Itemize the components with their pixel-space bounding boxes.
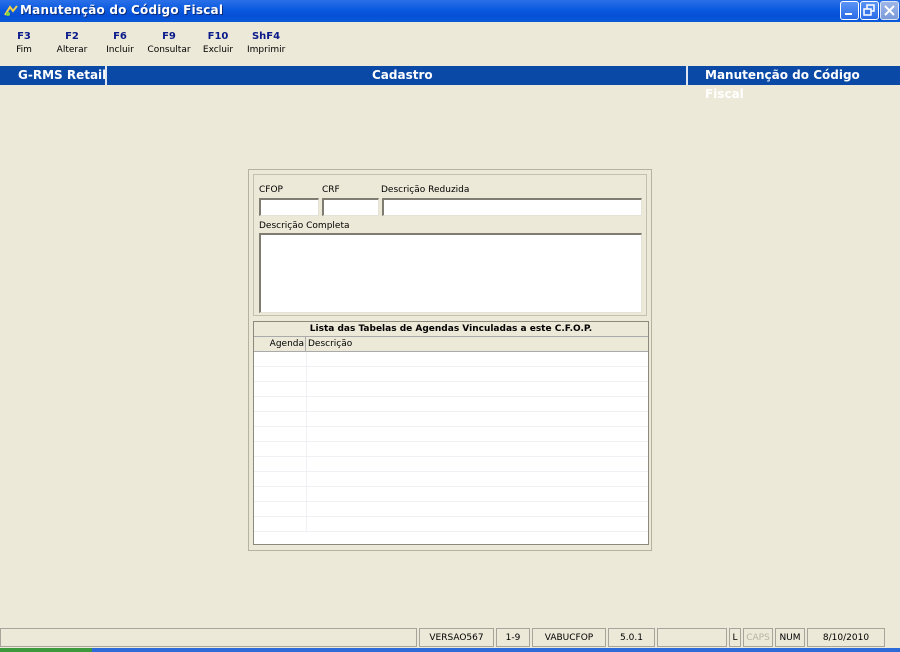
table-row[interactable] [254, 487, 648, 502]
restore-icon [863, 4, 875, 16]
fkey-code: ShF4 [251, 31, 281, 42]
status-panel-version: VERSAO567 [419, 628, 494, 647]
table-row[interactable] [254, 472, 648, 487]
status-panel-caps: CAPS [743, 628, 773, 647]
cfop-input[interactable] [259, 198, 319, 216]
fkey-code: F10 [207, 31, 229, 42]
status-panel-program: VABUCFOP [532, 628, 606, 647]
row-divider [306, 427, 307, 442]
table-row[interactable] [254, 397, 648, 412]
f10-excluir-button[interactable]: F10 Excluir [202, 31, 234, 55]
row-divider [306, 457, 307, 472]
minimize-button[interactable] [840, 1, 859, 20]
status-panel-release: 5.0.1 [608, 628, 655, 647]
app-icon [4, 4, 18, 18]
fkey-code: F6 [113, 31, 127, 42]
fkey-label: Consultar [147, 45, 191, 55]
f3-fim-button[interactable]: F3 Fim [12, 31, 36, 55]
header-band: G-RMS Retail Cadastro Manutenção do Códi… [0, 66, 900, 101]
band-separator [105, 66, 107, 85]
table-row[interactable] [254, 412, 648, 427]
desc-completa-textarea[interactable] [259, 233, 642, 313]
row-divider [306, 382, 307, 397]
table-row[interactable] [254, 382, 648, 397]
row-divider [306, 487, 307, 502]
cfop-fields-group: CFOP CRF Descrição Reduzida Descrição Co… [253, 174, 647, 316]
status-panel-empty [657, 628, 727, 647]
f6-incluir-button[interactable]: F6 Incluir [106, 31, 134, 55]
row-divider [306, 412, 307, 427]
table-row[interactable] [254, 457, 648, 472]
cfop-label: CFOP [259, 185, 283, 195]
fkey-label: Fim [16, 45, 32, 55]
shf4-imprimir-button[interactable]: ShF4 Imprimir [247, 31, 285, 55]
status-panel-message [0, 628, 417, 647]
taskbar-edge [0, 648, 900, 652]
row-divider [306, 442, 307, 457]
f9-consultar-button[interactable]: F9 Consultar [146, 31, 192, 55]
restore-button[interactable] [860, 1, 879, 20]
row-divider [306, 352, 307, 367]
crf-input[interactable] [322, 198, 379, 216]
table-row[interactable] [254, 427, 648, 442]
status-panel-num: NUM [775, 628, 805, 647]
row-divider [306, 397, 307, 412]
fkey-code: F2 [65, 31, 79, 42]
function-key-toolbar: F3 Fim F2 Alterar F6 Incluir F9 Consulta… [0, 22, 900, 66]
minimize-icon [845, 13, 852, 15]
status-panel-l: L [729, 628, 741, 647]
crf-label: CRF [322, 185, 340, 195]
desc-completa-label: Descrição Completa [259, 221, 350, 231]
fkey-label: Incluir [106, 45, 134, 55]
table-row[interactable] [254, 502, 648, 517]
fkey-label: Imprimir [247, 45, 286, 55]
table-row[interactable] [254, 367, 648, 382]
status-panel-date: 8/10/2010 [807, 628, 885, 647]
window-title: Manutenção do Código Fiscal [20, 3, 224, 17]
band-separator [686, 66, 688, 85]
status-bar: VERSAO567 1-9 VABUCFOP 5.0.1 L CAPS NUM … [0, 628, 900, 648]
fkey-label: Excluir [202, 45, 234, 55]
f2-alterar-button[interactable]: F2 Alterar [56, 31, 88, 55]
start-button-edge[interactable] [0, 648, 92, 652]
desc-reduzida-input[interactable] [382, 198, 642, 216]
column-header-descricao[interactable]: Descrição [308, 337, 352, 351]
status-panel-range: 1-9 [496, 628, 530, 647]
title-bar[interactable]: Manutenção do Código Fiscal [0, 0, 900, 22]
table-row[interactable] [254, 517, 648, 532]
band-app-name: G-RMS Retail [18, 68, 107, 82]
close-icon [884, 5, 895, 16]
band-screen-name: Manutenção do Código Fiscal [705, 68, 860, 101]
table-row[interactable] [254, 442, 648, 457]
table-row[interactable] [254, 352, 648, 367]
close-button[interactable] [880, 1, 899, 20]
band-section: Cadastro [372, 68, 433, 82]
agendas-list-title: Lista das Tabelas de Agendas Vinculadas … [254, 322, 648, 337]
agendas-list[interactable]: Lista das Tabelas de Agendas Vinculadas … [253, 321, 649, 545]
row-divider [306, 502, 307, 517]
row-divider [306, 367, 307, 382]
row-divider [306, 472, 307, 487]
desc-reduzida-label: Descrição Reduzida [381, 185, 470, 195]
fkey-label: Alterar [56, 45, 88, 55]
row-divider [306, 517, 307, 532]
column-header-agenda[interactable]: Agenda [254, 337, 306, 351]
agendas-list-rows [254, 352, 648, 544]
cfop-form-panel: CFOP CRF Descrição Reduzida Descrição Co… [248, 169, 652, 551]
agendas-list-header: Agenda Descrição [254, 337, 648, 352]
fkey-code: F9 [162, 31, 176, 42]
fkey-code: F3 [17, 31, 31, 42]
